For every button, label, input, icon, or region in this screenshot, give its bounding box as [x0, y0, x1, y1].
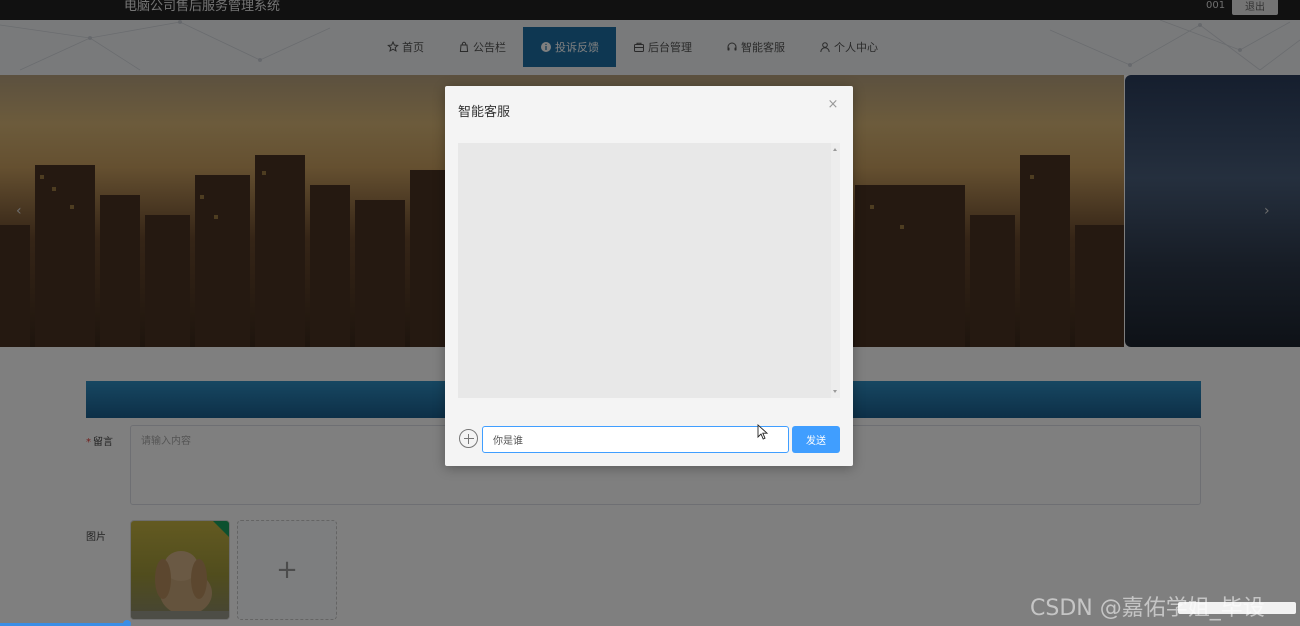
smart-service-dialog: 智能客服 × 发送	[445, 86, 853, 466]
chat-scrollbar[interactable]	[831, 143, 840, 398]
close-icon[interactable]: ×	[827, 98, 839, 111]
chat-input[interactable]	[482, 426, 789, 453]
add-attachment-icon[interactable]	[459, 429, 478, 448]
csdn-watermark: CSDN @嘉佑学姐_毕设	[1030, 596, 1265, 621]
mouse-cursor-icon	[757, 424, 769, 440]
chat-message-area[interactable]	[458, 143, 840, 398]
send-button[interactable]: 发送	[792, 426, 840, 453]
scroll-down-icon[interactable]	[833, 390, 837, 393]
scroll-up-icon[interactable]	[833, 148, 837, 151]
dialog-title: 智能客服	[458, 105, 511, 120]
page-progress-handle[interactable]	[123, 620, 131, 626]
